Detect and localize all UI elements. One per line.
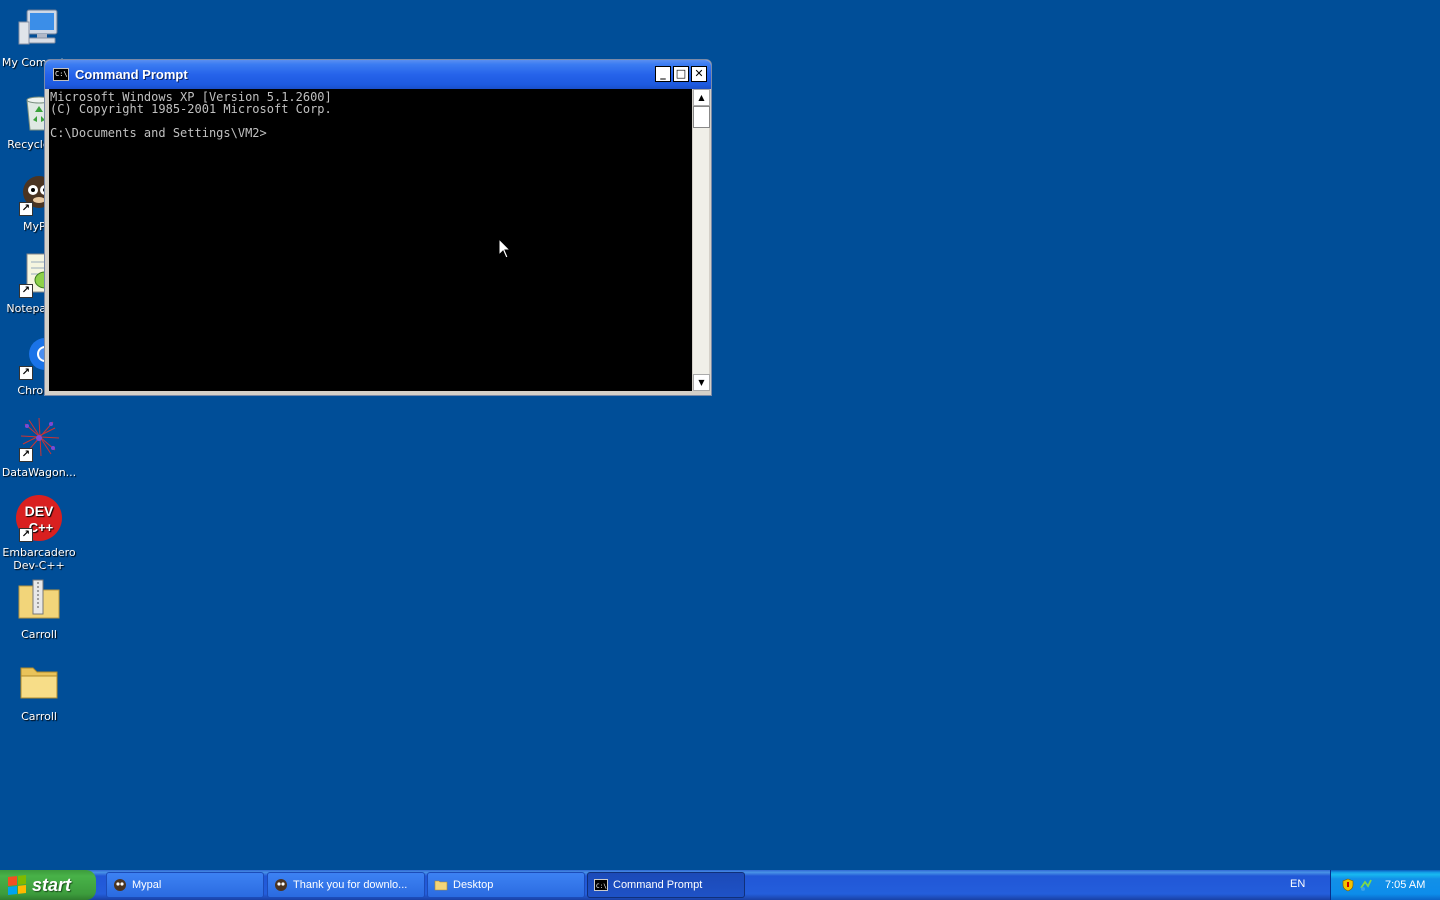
taskbar-item-desktop[interactable]: Desktop <box>427 872 585 898</box>
folder-icon <box>15 658 63 706</box>
taskbar-item-label: Command Prompt <box>613 879 703 891</box>
console-prompt: C:\Documents and Settings\VM2> <box>50 126 267 140</box>
icon-label: Carroll <box>21 710 57 723</box>
start-label: start <box>32 874 72 895</box>
clock[interactable]: 7:05 AM <box>1385 879 1425 891</box>
desktop-icon-carroll-zip[interactable]: Carroll <box>1 576 77 641</box>
start-button[interactable]: start <box>0 870 96 900</box>
scroll-thumb[interactable] <box>693 106 710 128</box>
close-button[interactable]: ✕ <box>691 66 707 82</box>
window-title: Command Prompt <box>75 67 188 82</box>
datawagon-icon: ↗ <box>15 414 63 462</box>
scroll-up-button[interactable]: ▲ <box>693 89 710 106</box>
shortcut-arrow-icon: ↗ <box>19 528 33 542</box>
command-prompt-window[interactable]: C:\ Command Prompt _ □ ✕ Microsoft Windo… <box>44 59 712 396</box>
taskbar-item-label: Desktop <box>453 879 494 891</box>
svg-text:C:\: C:\ <box>596 883 607 890</box>
console-line: (C) Copyright 1985-2001 Microsoft Corp. <box>50 102 332 116</box>
taskbar-item-command-prompt[interactable]: C:\ Command Prompt <box>587 872 745 898</box>
language-indicator[interactable]: EN <box>1290 878 1305 890</box>
vertical-scrollbar[interactable]: ▲ ▼ <box>692 89 710 391</box>
my-computer-icon <box>15 4 63 52</box>
icon-label: Embarcadero Dev-C++ <box>2 546 76 572</box>
icon-label: DataWagon... <box>1 466 77 479</box>
taskbar-item-label: Thank you for downlo... <box>293 879 408 891</box>
minimize-button[interactable]: _ <box>655 66 671 82</box>
zip-folder-icon <box>15 576 63 624</box>
console-output[interactable]: Microsoft Windows XP [Version 5.1.2600](… <box>49 89 692 391</box>
icon-label: Carroll <box>21 628 57 641</box>
dev-cpp-icon: DEV C++ ↗ <box>15 494 63 542</box>
folder-icon <box>434 880 448 891</box>
taskbar-item-label: Mypal <box>132 879 162 891</box>
svg-text:DEV: DEV <box>25 503 54 519</box>
shortcut-arrow-icon: ↗ <box>19 284 33 298</box>
cmd-icon: C:\ <box>53 68 69 81</box>
cmd-icon: C:\ <box>594 879 608 891</box>
windows-logo-icon <box>8 875 26 895</box>
window-titlebar[interactable]: C:\ Command Prompt _ □ ✕ <box>45 60 711 89</box>
desktop-icon-dev-cpp[interactable]: DEV C++ ↗ Embarcadero Dev-C++ <box>1 494 77 572</box>
taskbar-item-mypal[interactable]: Mypal <box>106 872 264 898</box>
shortcut-arrow-icon: ↗ <box>19 366 33 380</box>
taskbar-item-thank-you[interactable]: Thank you for downlo... <box>267 872 425 898</box>
shortcut-arrow-icon: ↗ <box>19 448 33 462</box>
shortcut-arrow-icon: ↗ <box>19 202 33 216</box>
security-shield-icon[interactable] <box>1341 878 1355 892</box>
maximize-button[interactable]: □ <box>673 66 689 82</box>
scroll-down-button[interactable]: ▼ <box>693 374 710 391</box>
taskbar: start Mypal Thank you for downlo... Desk… <box>0 870 1440 900</box>
mypal-icon <box>114 879 126 891</box>
desktop-icon-carroll-folder[interactable]: Carroll <box>1 658 77 723</box>
network-icon[interactable] <box>1359 878 1373 892</box>
system-tray: 7:05 AM <box>1330 870 1440 900</box>
mouse-cursor-icon <box>498 238 512 259</box>
mypal-icon <box>275 879 287 891</box>
desktop-icon-datawagon[interactable]: ↗ DataWagon... <box>1 414 77 479</box>
